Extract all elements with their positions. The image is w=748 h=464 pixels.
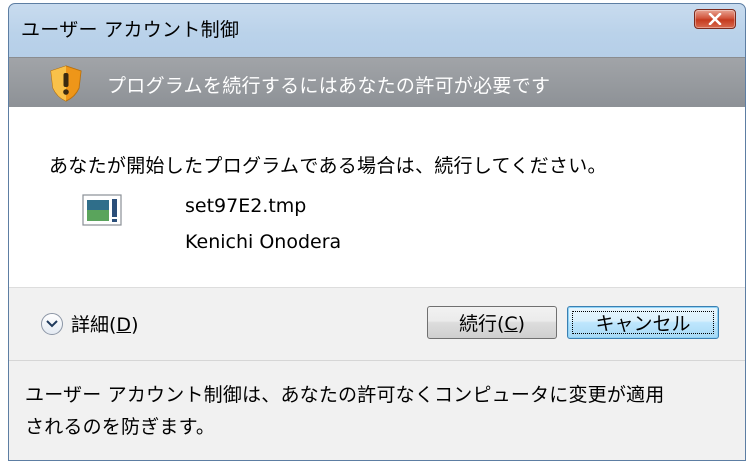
window-title: ユーザー アカウント制御	[21, 19, 240, 41]
uac-shield-icon	[50, 65, 82, 102]
content-area: あなたが開始したプログラムである場合は、続行してください。 set97E2.tm…	[9, 107, 745, 287]
program-file-icon	[82, 194, 122, 226]
continue-button[interactable]: 続行(C)	[427, 306, 557, 339]
focus-ring	[572, 311, 714, 334]
title-bar[interactable]: ユーザー アカウント制御	[9, 4, 745, 48]
footer-text-line-2: されるのを防ぎます。	[25, 416, 216, 438]
continue-label: 続行(C)	[458, 313, 526, 335]
cancel-button[interactable]: キャンセル	[567, 306, 719, 339]
publisher-name: Kenichi Onodera	[185, 231, 342, 253]
file-name: set97E2.tmp	[185, 195, 307, 217]
footer-text-line-1: ユーザー アカウント制御は、あなたの許可なくコンピュータに変更が適用	[25, 384, 665, 406]
chevron-down-icon	[41, 312, 63, 335]
footer-info: ユーザー アカウント制御は、あなたの許可なくコンピュータに変更が適用 されるのを…	[9, 360, 745, 460]
details-toggle[interactable]: 詳細(D)	[41, 310, 138, 337]
close-button[interactable]	[694, 9, 736, 29]
uac-dialog: ユーザー アカウント制御 プログラムを続行するにはあなたの許可が必要です あなた…	[8, 3, 746, 461]
action-bar: 詳細(D) 続行(C) キャンセル	[9, 287, 745, 361]
footer-text: ユーザー アカウント制御は、あなたの許可なくコンピュータに変更が適用 されるのを…	[25, 379, 731, 443]
permission-banner: プログラムを続行するにはあなたの許可が必要です	[9, 57, 745, 108]
prompt-text: あなたが開始したプログラムである場合は、続行してください。	[49, 155, 607, 177]
banner-text: プログラムを続行するにはあなたの許可が必要です	[107, 75, 551, 97]
details-label: 詳細(D)	[71, 314, 139, 336]
close-icon	[708, 13, 722, 25]
